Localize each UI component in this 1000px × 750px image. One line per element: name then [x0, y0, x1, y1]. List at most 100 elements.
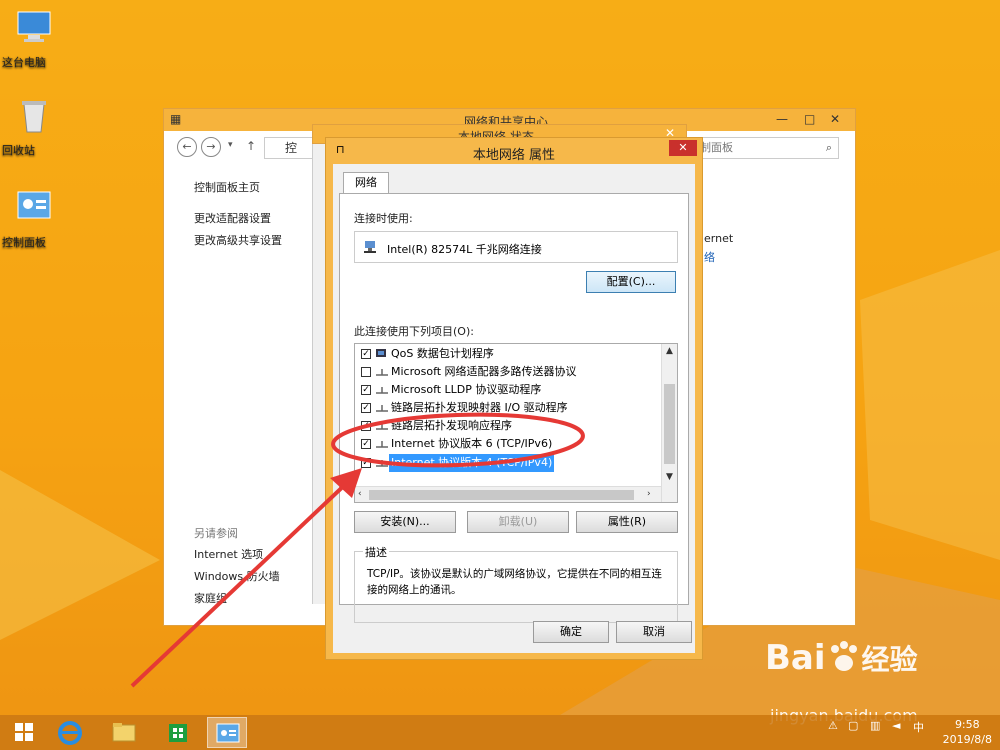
install-button[interactable]: 安装(N)...	[354, 511, 456, 533]
baidu-watermark: Bai 经验 jingyan.baidu.com	[765, 638, 918, 725]
control-panel-icon	[216, 723, 240, 743]
search-input[interactable]: 制面板 ⌕	[689, 137, 839, 159]
connection-link[interactable]: 络	[704, 249, 715, 265]
maximize-button[interactable]: □	[804, 112, 815, 126]
recent-dropdown-icon[interactable]: ▾	[228, 140, 233, 150]
see-also-internet-options[interactable]: Internet 选项	[194, 546, 263, 562]
checkbox[interactable]: ✓	[361, 349, 371, 359]
taskbar-file-explorer[interactable]	[104, 717, 144, 748]
network-warning-icon[interactable]: ⚠	[828, 719, 838, 732]
list-item-label: Microsoft 网络适配器多路传送器协议	[391, 365, 577, 378]
taskbar-control-panel[interactable]	[207, 717, 247, 748]
checkbox[interactable]: ✓	[361, 458, 371, 468]
scroll-left-icon[interactable]: ‹	[358, 489, 362, 499]
network-icon: ▦	[170, 112, 182, 126]
ok-button[interactable]: 确定	[533, 621, 609, 643]
taskbar-internet-explorer[interactable]	[50, 717, 90, 748]
status-window-body	[312, 144, 326, 604]
description-heading: 描述	[363, 544, 389, 560]
qos-service-icon	[376, 349, 386, 357]
connection-type-text: ernet	[704, 232, 734, 245]
checkbox[interactable]: ✓	[361, 403, 371, 413]
list-item-ipv6[interactable]: ✓ Internet 协议版本 6 (TCP/IPv6)	[361, 435, 653, 453]
checkbox[interactable]: ✓	[361, 421, 371, 431]
desktop-icon-control-panel[interactable]: 控制面板	[2, 188, 66, 249]
scroll-right-icon[interactable]: ›	[647, 489, 651, 499]
description-group: 描述 TCP/IP。该协议是默认的广域网络协议，它提供在不同的相互连接的网络上的…	[354, 544, 678, 623]
sidebar-link-adapter[interactable]: 更改适配器设置	[194, 210, 271, 226]
internet-explorer-icon	[58, 721, 82, 745]
up-button[interactable]: ↑	[246, 139, 256, 153]
protocol-icon	[376, 405, 388, 412]
protocol-icon	[376, 441, 388, 448]
dialog-titlebar[interactable]: ⊓ 本地网络 属性 ✕	[326, 138, 702, 164]
store-icon	[169, 724, 187, 742]
protocol-icon	[376, 369, 388, 376]
list-item-label: Internet 协议版本 6 (TCP/IPv6)	[391, 437, 553, 450]
back-button[interactable]: ←	[177, 137, 197, 157]
scrollbar-thumb[interactable]	[369, 490, 634, 500]
close-button[interactable]: ✕	[669, 140, 697, 156]
list-item-label: 链路层拓扑发现映射器 I/O 驱动程序	[391, 401, 568, 414]
control-panel-icon	[17, 191, 51, 219]
clock-time: 9:58	[954, 718, 980, 731]
description-text: TCP/IP。该协议是默认的广域网络协议，它提供在不同的相互连接的网络上的通讯。	[367, 568, 662, 596]
horizontal-scrollbar[interactable]: ‹ ›	[355, 486, 661, 502]
forward-button[interactable]: →	[201, 137, 221, 157]
adapter-field: Intel(R) 82574L 千兆网络连接	[354, 231, 678, 263]
scrollbar-thumb[interactable]	[664, 384, 675, 464]
checkbox[interactable]: ✓	[361, 385, 371, 395]
cancel-button[interactable]: 取消	[616, 621, 692, 643]
notification-icon[interactable]: ▢	[848, 719, 858, 732]
volume-icon[interactable]: ◄	[892, 719, 900, 732]
scroll-down-icon[interactable]: ▼	[666, 472, 673, 482]
search-icon: ⌕	[825, 141, 832, 154]
local-network-properties-dialog[interactable]: ⊓ 本地网络 属性 ✕ 网络 连接时使用: Intel(R) 82574L 千兆…	[325, 137, 703, 660]
list-item-qos[interactable]: ✓ QoS 数据包计划程序	[361, 345, 653, 363]
taskbar-clock[interactable]: 9:58 2019/8/8	[943, 717, 992, 747]
checkbox[interactable]: ✓	[361, 439, 371, 449]
configure-button[interactable]: 配置(C)...	[586, 271, 676, 293]
checkbox[interactable]	[361, 367, 371, 377]
windows-logo-icon	[15, 723, 33, 741]
adapter-name: Intel(R) 82574L 千兆网络连接	[387, 243, 542, 256]
list-item-ipv4[interactable]: ✓ Internet 协议版本 4 (TCP/IPv4)	[361, 454, 653, 472]
list-item-multiplexor[interactable]: Microsoft 网络适配器多路传送器协议	[361, 363, 653, 381]
list-item-label: 链路层拓扑发现响应程序	[391, 419, 512, 432]
breadcrumb-text: 控	[285, 141, 298, 155]
list-item-lltd-responder[interactable]: ✓ 链路层拓扑发现响应程序	[361, 417, 653, 435]
folder-icon	[112, 723, 136, 742]
list-item-label: Microsoft LLDP 协议驱动程序	[391, 383, 542, 396]
desktop-icon-recycle-bin[interactable]: 回收站	[2, 96, 66, 157]
uninstall-button[interactable]: 卸载(U)	[467, 511, 569, 533]
scroll-up-icon[interactable]: ▲	[666, 346, 673, 356]
taskbar-store[interactable]	[158, 717, 198, 748]
start-button[interactable]	[4, 717, 44, 748]
vertical-scrollbar[interactable]: ▲ ▼	[661, 344, 677, 502]
tab-panel: 连接时使用: Intel(R) 82574L 千兆网络连接 配置(C)... 此…	[339, 193, 689, 623]
watermark-brand: Bai	[765, 638, 826, 678]
clock-date: 2019/8/8	[942, 733, 992, 746]
sidebar-link-sharing[interactable]: 更改高级共享设置	[194, 232, 282, 248]
list-item-label: Internet 协议版本 4 (TCP/IPv4)	[389, 454, 555, 472]
minimize-button[interactable]: —	[776, 112, 788, 126]
protocol-icon	[376, 423, 388, 430]
dialog-title: 本地网络 属性	[472, 148, 556, 163]
close-button[interactable]: ✕	[830, 112, 840, 126]
components-list[interactable]: ✓ QoS 数据包计划程序 Microsoft 网络适配器多路传送器协议 ✓ M…	[354, 343, 678, 503]
sidebar-link-home[interactable]: 控制面板主页	[194, 179, 260, 195]
dialog-body: 网络 连接时使用: Intel(R) 82574L 千兆网络连接 配置(C)..…	[333, 164, 695, 653]
search-placeholder: 制面板	[700, 141, 733, 154]
list-item-lldp[interactable]: ✓ Microsoft LLDP 协议驱动程序	[361, 381, 653, 399]
list-item-label: QoS 数据包计划程序	[391, 347, 494, 360]
list-item-lltd-mapper[interactable]: ✓ 链路层拓扑发现映射器 I/O 驱动程序	[361, 399, 653, 417]
properties-button[interactable]: 属性(R)	[576, 511, 678, 533]
see-also-homegroup[interactable]: 家庭组	[194, 590, 227, 606]
recycle-bin-icon	[22, 101, 46, 133]
desktop-icon-computer[interactable]: 这台电脑	[2, 8, 66, 69]
paw-logo-icon	[830, 641, 857, 671]
tab-network[interactable]: 网络	[343, 172, 389, 194]
see-also-firewall[interactable]: Windows 防火墙	[194, 568, 280, 584]
ime-indicator[interactable]: 中	[913, 719, 924, 735]
network-icon[interactable]: ▥	[870, 719, 880, 732]
